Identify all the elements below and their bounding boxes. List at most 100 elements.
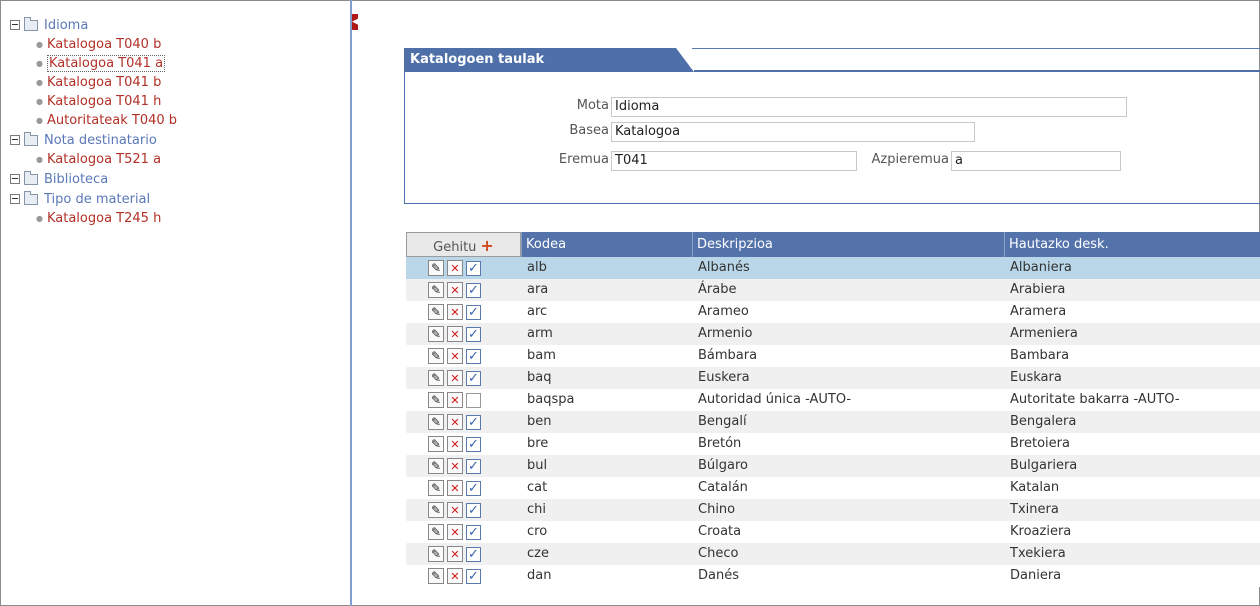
table-row[interactable]: ✎ ✕ ✓ bam Bámbara Bambara bbox=[406, 345, 1260, 367]
add-button[interactable]: Gehitu + bbox=[406, 232, 521, 257]
checkmark-icon[interactable]: ✓ bbox=[466, 546, 481, 562]
tree-group[interactable]: Idioma bbox=[8, 15, 348, 35]
tree-item[interactable]: ● Katalogoa T245 h bbox=[8, 209, 348, 228]
delete-x-icon[interactable]: ✕ bbox=[447, 348, 463, 364]
pencil-icon[interactable]: ✎ bbox=[428, 282, 444, 298]
tree-group[interactable]: Biblioteca bbox=[8, 169, 348, 189]
tree-item[interactable]: ● Katalogoa T040 b bbox=[8, 35, 348, 54]
delete-x-icon[interactable]: ✕ bbox=[447, 480, 463, 496]
checkmark-icon[interactable]: ✓ bbox=[466, 502, 481, 518]
checkmark-icon[interactable]: ✓ bbox=[466, 458, 481, 474]
table-row[interactable]: ✎ ✕ ✓ ara Árabe Arabiera bbox=[406, 279, 1260, 301]
pencil-icon[interactable]: ✎ bbox=[428, 304, 444, 320]
table-row[interactable]: ✎ ✕ ✓ cro Croata Kroaziera bbox=[406, 521, 1260, 543]
pencil-icon[interactable]: ✎ bbox=[428, 260, 444, 276]
pencil-icon[interactable]: ✎ bbox=[428, 392, 444, 408]
delete-x-icon[interactable]: ✕ bbox=[447, 392, 463, 408]
column-header-deskripzioa[interactable]: Deskripzioa bbox=[692, 232, 1004, 257]
delete-x-icon[interactable]: ✕ bbox=[447, 568, 463, 584]
table-row[interactable]: ✎ ✕ ✓ arc Arameo Aramera bbox=[406, 301, 1260, 323]
checkmark-icon[interactable]: ✓ bbox=[466, 436, 481, 452]
pencil-icon[interactable]: ✎ bbox=[428, 370, 444, 386]
row-actions: ✎ ✕ ✓ bbox=[406, 411, 521, 433]
checkmark-icon[interactable]: ✓ bbox=[466, 260, 481, 276]
azpieremua-field[interactable] bbox=[951, 151, 1121, 171]
checkmark-icon[interactable]: ✓ bbox=[466, 414, 481, 430]
deskripzioa-cell: Árabe bbox=[698, 282, 737, 297]
pencil-icon[interactable]: ✎ bbox=[428, 348, 444, 364]
pencil-icon[interactable]: ✎ bbox=[428, 436, 444, 452]
table-row[interactable]: ✎ ✕ ✓ ben Bengalí Bengalera bbox=[406, 411, 1260, 433]
checkmark-icon[interactable]: ✓ bbox=[466, 348, 481, 364]
deskripzioa-cell: Euskera bbox=[698, 370, 750, 385]
deskripzioa-cell: Danés bbox=[698, 568, 739, 583]
checkmark-icon[interactable]: ✓ bbox=[466, 370, 481, 386]
column-header-hautazko[interactable]: Hautazko desk. bbox=[1004, 232, 1260, 257]
collapse-toggle-icon[interactable] bbox=[10, 20, 20, 30]
plus-icon: + bbox=[480, 236, 494, 255]
delete-x-icon[interactable]: ✕ bbox=[447, 370, 463, 386]
table-row[interactable]: ✎ ✕ ✓ dan Danés Daniera bbox=[406, 565, 1260, 587]
table-row[interactable]: ✎ ✕ ✓ baq Euskera Euskara bbox=[406, 367, 1260, 389]
collapse-toggle-icon[interactable] bbox=[10, 194, 20, 204]
tree-item[interactable]: ● Katalogoa T041 a bbox=[8, 54, 348, 73]
checkmark-icon[interactable]: ✓ bbox=[466, 568, 481, 584]
bullet-icon: ● bbox=[36, 116, 43, 125]
pencil-icon[interactable]: ✎ bbox=[428, 524, 444, 540]
delete-x-icon[interactable]: ✕ bbox=[447, 436, 463, 452]
tree-item[interactable]: ● Katalogoa T521 a bbox=[8, 150, 348, 169]
table-row[interactable]: ✎ ✕ baqspa Autoridad única -AUTO- Autoritate… bbox=[406, 389, 1260, 411]
collapse-panel-button[interactable]: ◀ bbox=[352, 14, 359, 30]
row-actions: ✎ ✕ ✓ bbox=[406, 477, 521, 499]
delete-x-icon[interactable]: ✕ bbox=[447, 524, 463, 540]
tree-item[interactable]: ● Katalogoa T041 b bbox=[8, 73, 348, 92]
pencil-icon[interactable]: ✎ bbox=[428, 568, 444, 584]
table-row[interactable]: ✎ ✕ ✓ cat Catalán Katalan bbox=[406, 477, 1260, 499]
checkmark-icon[interactable]: ✓ bbox=[466, 282, 481, 298]
checkmark-icon[interactable]: ✓ bbox=[466, 326, 481, 342]
deskripzioa-cell: Búlgaro bbox=[698, 458, 749, 473]
table-row[interactable]: ✎ ✕ ✓ bul Búlgaro Bulgariera bbox=[406, 455, 1260, 477]
checkmark-icon[interactable]: ✓ bbox=[466, 304, 481, 320]
table-row[interactable]: ✎ ✕ ✓ alb Albanés Albaniera bbox=[406, 257, 1260, 279]
kodea-cell: chi bbox=[527, 502, 546, 517]
tree-item[interactable]: ● Autoritateak T040 b bbox=[8, 111, 348, 130]
row-actions: ✎ ✕ ✓ bbox=[406, 565, 521, 587]
tree-item[interactable]: ● Katalogoa T041 h bbox=[8, 92, 348, 111]
delete-x-icon[interactable]: ✕ bbox=[447, 414, 463, 430]
basea-field[interactable] bbox=[611, 122, 975, 142]
hautazko-cell: Aramera bbox=[1010, 304, 1067, 319]
delete-x-icon[interactable]: ✕ bbox=[447, 260, 463, 276]
mota-field[interactable] bbox=[611, 97, 1127, 117]
table-row[interactable]: ✎ ✕ ✓ arm Armenio Armeniera bbox=[406, 323, 1260, 345]
eremua-field[interactable] bbox=[611, 151, 857, 171]
checkmark-icon[interactable]: ✓ bbox=[466, 524, 481, 540]
tree-item-label: Autoritateak T040 b bbox=[46, 113, 178, 128]
delete-x-icon[interactable]: ✕ bbox=[447, 282, 463, 298]
checkmark-icon[interactable] bbox=[466, 392, 481, 408]
tree-group[interactable]: Tipo de material bbox=[8, 189, 348, 209]
table-row[interactable]: ✎ ✕ ✓ bre Bretón Bretoiera bbox=[406, 433, 1260, 455]
pencil-icon[interactable]: ✎ bbox=[428, 502, 444, 518]
row-actions: ✎ ✕ bbox=[406, 389, 521, 411]
delete-x-icon[interactable]: ✕ bbox=[447, 304, 463, 320]
delete-x-icon[interactable]: ✕ bbox=[447, 458, 463, 474]
pencil-icon[interactable]: ✎ bbox=[428, 414, 444, 430]
deskripzioa-cell: Albanés bbox=[698, 260, 750, 275]
pencil-icon[interactable]: ✎ bbox=[428, 546, 444, 562]
delete-x-icon[interactable]: ✕ bbox=[447, 546, 463, 562]
pencil-icon[interactable]: ✎ bbox=[428, 458, 444, 474]
delete-x-icon[interactable]: ✕ bbox=[447, 326, 463, 342]
checkmark-icon[interactable]: ✓ bbox=[466, 480, 481, 496]
pencil-icon[interactable]: ✎ bbox=[428, 326, 444, 342]
table-row[interactable]: ✎ ✕ ✓ chi Chino Txinera bbox=[406, 499, 1260, 521]
delete-x-icon[interactable]: ✕ bbox=[447, 502, 463, 518]
column-header-kodea[interactable]: Kodea bbox=[521, 232, 692, 257]
table-row[interactable]: ✎ ✕ ✓ cze Checo Txekiera bbox=[406, 543, 1260, 565]
panel-splitter[interactable] bbox=[350, 0, 352, 606]
collapse-toggle-icon[interactable] bbox=[10, 135, 20, 145]
kodea-cell: bam bbox=[527, 348, 556, 363]
tree-group[interactable]: Nota destinatario bbox=[8, 130, 348, 150]
collapse-toggle-icon[interactable] bbox=[10, 174, 20, 184]
pencil-icon[interactable]: ✎ bbox=[428, 480, 444, 496]
